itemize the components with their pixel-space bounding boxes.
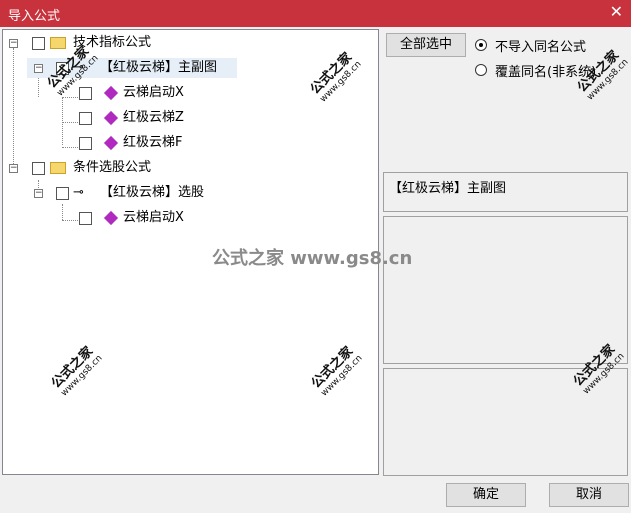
window-title: 导入公式	[8, 9, 61, 24]
checkbox[interactable]	[56, 187, 69, 200]
formula-name: 【红极云梯】主副图	[100, 60, 218, 75]
center-watermark: 公式之家 www.gs8.cn	[212, 248, 413, 269]
radio-icon[interactable]	[475, 39, 487, 51]
gem-icon	[103, 85, 119, 101]
close-icon[interactable]: ✕	[610, 3, 623, 21]
tree-item[interactable]: 红极云梯F	[79, 133, 229, 153]
tree-group-label: 条件选股公式	[73, 160, 152, 175]
tree-group-indicators[interactable]: − 技术指标公式	[3, 33, 203, 53]
checkbox[interactable]	[79, 137, 92, 150]
checkbox[interactable]	[79, 112, 92, 125]
item-label: 云梯启动X	[123, 85, 184, 100]
item-label: 红极云梯F	[123, 135, 183, 150]
title-bar: 导入公式 ✕	[0, 0, 631, 27]
tree-group-screening[interactable]: − 条件选股公式	[3, 158, 203, 178]
formula-name: 【红极云梯】选股	[100, 185, 205, 200]
selected-formula-name: 【红极云梯】主副图	[389, 181, 507, 196]
item-label: 云梯启动X	[123, 210, 184, 225]
checkbox[interactable]	[32, 162, 45, 175]
cancel-button[interactable]: 取消	[549, 483, 629, 507]
gem-icon	[103, 110, 119, 126]
collapse-icon[interactable]: −	[34, 64, 43, 73]
folder-icon	[50, 162, 66, 174]
tree-item[interactable]: 云梯启动X	[79, 208, 229, 228]
formula-description-panel	[383, 216, 628, 364]
folder-icon	[50, 37, 66, 49]
ok-button[interactable]: 确定	[446, 483, 526, 507]
radio-icon[interactable]	[475, 64, 487, 76]
tree-item[interactable]: 云梯启动X	[79, 83, 229, 103]
checkbox[interactable]	[32, 37, 45, 50]
item-label: 红极云梯Z	[123, 110, 184, 125]
collapse-icon[interactable]: −	[9, 164, 18, 173]
gem-icon	[103, 210, 119, 226]
checkbox[interactable]	[79, 87, 92, 100]
gem-icon	[103, 135, 119, 151]
formula-name-panel: 【红极云梯】主副图	[383, 172, 628, 212]
tree-item[interactable]: 红极云梯Z	[79, 108, 229, 128]
collapse-icon[interactable]: −	[34, 189, 43, 198]
key-icon: ⊸	[73, 185, 84, 200]
collapse-icon[interactable]: −	[9, 39, 18, 48]
tree-formula-screening[interactable]: − ⊸ 【红极云梯】选股	[27, 183, 237, 203]
checkbox[interactable]	[79, 212, 92, 225]
skip-same-name-label: 不导入同名公式	[495, 40, 587, 55]
select-all-button[interactable]: 全部选中	[386, 33, 466, 57]
